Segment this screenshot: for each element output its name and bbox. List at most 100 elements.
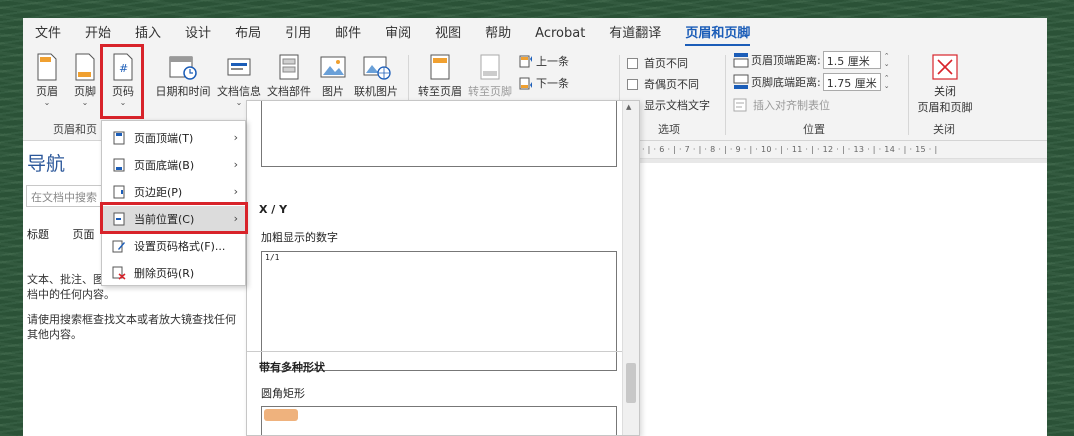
goto-footer-label: 转至页脚 [468, 85, 512, 98]
docinfo-label: 文档信息 [217, 85, 261, 98]
highlight-box-current-position [100, 202, 248, 234]
scrollbar-thumb[interactable] [626, 363, 636, 403]
tab-youdao[interactable]: 有道翻译 [597, 18, 673, 49]
picture-label: 图片 [322, 85, 344, 98]
first-page-diff-checkbox[interactable]: 首页不同 [627, 55, 688, 71]
prev-label: 上一条 [536, 55, 569, 68]
prev-button[interactable]: 上一条 [519, 53, 569, 69]
menu-item-label: 页面底端(B) [134, 159, 195, 172]
docparts-label: 文档部件 [267, 85, 311, 98]
next-icon [519, 77, 532, 90]
doc-parts-icon [279, 54, 299, 80]
checkbox-box[interactable] [627, 78, 638, 90]
horizontal-ruler[interactable]: · | · 6 · | · 7 · | · 8 · | · 9 · | · 10… [638, 141, 1047, 159]
close-icon [932, 54, 958, 80]
tab-mailings[interactable]: 邮件 [323, 18, 373, 49]
header-distance-icon [733, 53, 749, 68]
chevron-right-icon: › [233, 158, 238, 171]
nav-tab-pages[interactable]: 页面 [73, 228, 95, 241]
chevron-right-icon: › [233, 185, 238, 198]
close-label-line2: 页眉和页脚 [917, 101, 973, 114]
tab-references[interactable]: 引用 [273, 18, 323, 49]
datetime-button[interactable]: 日期和时间 [153, 53, 213, 99]
tab-acrobat[interactable]: Acrobat [523, 18, 597, 49]
nav-help-text-3: 请使用搜索框查找文本或者放大镜查找任何 [27, 313, 236, 326]
gallery-scrollbar[interactable]: ▲ [622, 101, 639, 435]
menu-item-top-of-page[interactable]: 页面顶端(T) › [102, 125, 245, 151]
gallery-section-title-xy: X / Y [259, 203, 288, 216]
gallery-preview-bold-number[interactable]: 1/1 [261, 251, 617, 371]
goto-footer-button[interactable]: 转至页脚 [465, 53, 515, 99]
group-divider [725, 55, 726, 135]
odd-even-diff-checkbox[interactable]: 奇偶页不同 [627, 76, 699, 92]
tab-header-footer[interactable]: 页眉和页脚 [673, 18, 762, 49]
spinner-icon[interactable]: ⌃ ⌄ [884, 52, 890, 68]
spinner-icon[interactable]: ⌃ ⌄ [884, 74, 890, 90]
tab-review[interactable]: 审阅 [373, 18, 423, 49]
remove-page-number-icon [112, 266, 126, 280]
page-top-icon [113, 131, 125, 145]
menu-item-label: 设置页码格式(F)... [134, 240, 226, 253]
footer-label: 页脚 [74, 85, 96, 98]
online-picture-label: 联机图片 [354, 85, 398, 98]
rounded-rect-shape [264, 409, 298, 421]
insert-align-tab-button[interactable]: 插入对齐制表位 [733, 97, 830, 113]
footer-distance-input[interactable]: 1.75 厘米 [822, 73, 881, 91]
odd-even-diff-label: 奇偶页不同 [644, 78, 699, 91]
tab-layout[interactable]: 布局 [223, 18, 273, 49]
tab-view[interactable]: 视图 [423, 18, 473, 49]
gallery-preview-previous[interactable] [261, 101, 617, 167]
footer-distance-label: 页脚底端距离: [751, 76, 821, 89]
menu-item-bottom-of-page[interactable]: 页面底端(B) › [102, 152, 245, 178]
header-label: 页眉 [36, 85, 58, 98]
goto-footer-icon [480, 54, 500, 80]
scroll-up-icon[interactable]: ▲ [626, 103, 631, 111]
docinfo-button[interactable]: 文档信息 ⌄ [215, 53, 263, 107]
gallery-preview-rounded-rect[interactable] [261, 406, 617, 435]
picture-button[interactable]: 图片 [315, 53, 351, 99]
goto-header-label: 转至页眉 [418, 85, 462, 98]
header-distance-label: 页眉顶端距离: [751, 54, 821, 67]
insert-align-tab-label: 插入对齐制表位 [753, 99, 830, 112]
picture-icon [320, 56, 346, 78]
footer-button[interactable]: 页脚 ⌄ [67, 53, 103, 107]
tab-design[interactable]: 设计 [173, 18, 223, 49]
header-distance-input[interactable]: 1.5 厘米 [822, 51, 881, 69]
tab-file[interactable]: 文件 [23, 18, 73, 49]
footer-distance-row: 页脚底端距离: 1.75 厘米 ⌃ ⌄ [733, 73, 890, 91]
nav-help-text-2: 档中的任何内容。 [27, 288, 115, 301]
menu-item-format-page-numbers[interactable]: 设置页码格式(F)... [102, 233, 245, 259]
calendar-clock-icon [169, 56, 197, 80]
header-icon [37, 53, 57, 81]
doc-info-icon [227, 58, 251, 76]
docparts-button[interactable]: 文档部件 ⌄ [265, 53, 313, 107]
header-button[interactable]: 页眉 ⌄ [29, 53, 65, 107]
preview-page-number: 1/1 [265, 253, 280, 262]
footer-distance-icon [733, 74, 749, 89]
page-number-gallery: X / Y 加粗显示的数字 1/1 带有多种形状 圆角矩形 ▲ [246, 100, 640, 436]
page-bottom-icon [113, 158, 125, 172]
online-picture-icon [363, 56, 391, 80]
chevron-down-icon: ⌄ [81, 98, 89, 107]
footer-icon [75, 53, 95, 81]
nav-help-text-4: 其他内容。 [27, 328, 82, 341]
chevron-down-icon: ⌄ [43, 98, 51, 107]
document-page[interactable] [638, 163, 1047, 436]
close-header-footer-button[interactable]: 关闭 页眉和页脚 [913, 53, 977, 115]
goto-header-icon [430, 54, 450, 80]
tab-help[interactable]: 帮助 [473, 18, 523, 49]
group-label-header-footer: 页眉和页 [53, 123, 97, 136]
group-label-position: 位置 [803, 123, 825, 136]
checkbox-box[interactable] [627, 57, 638, 69]
online-picture-button[interactable]: 联机图片 [351, 53, 401, 99]
gallery-item-rounded-rect: 圆角矩形 [261, 387, 305, 400]
goto-header-button[interactable]: 转至页眉 [415, 53, 465, 99]
datetime-label: 日期和时间 [155, 85, 211, 98]
group-label-options: 选项 [658, 123, 680, 136]
show-doc-text-label: 显示文档文字 [644, 99, 710, 112]
nav-tab-headings[interactable]: 标题 [27, 228, 49, 241]
next-button[interactable]: 下一条 [519, 75, 569, 91]
highlight-box-page-number [100, 44, 144, 119]
header-distance-row: 页眉顶端距离: 1.5 厘米 ⌃ ⌄ [733, 51, 890, 69]
menu-item-remove-page-numbers[interactable]: 删除页码(R) [102, 260, 245, 286]
